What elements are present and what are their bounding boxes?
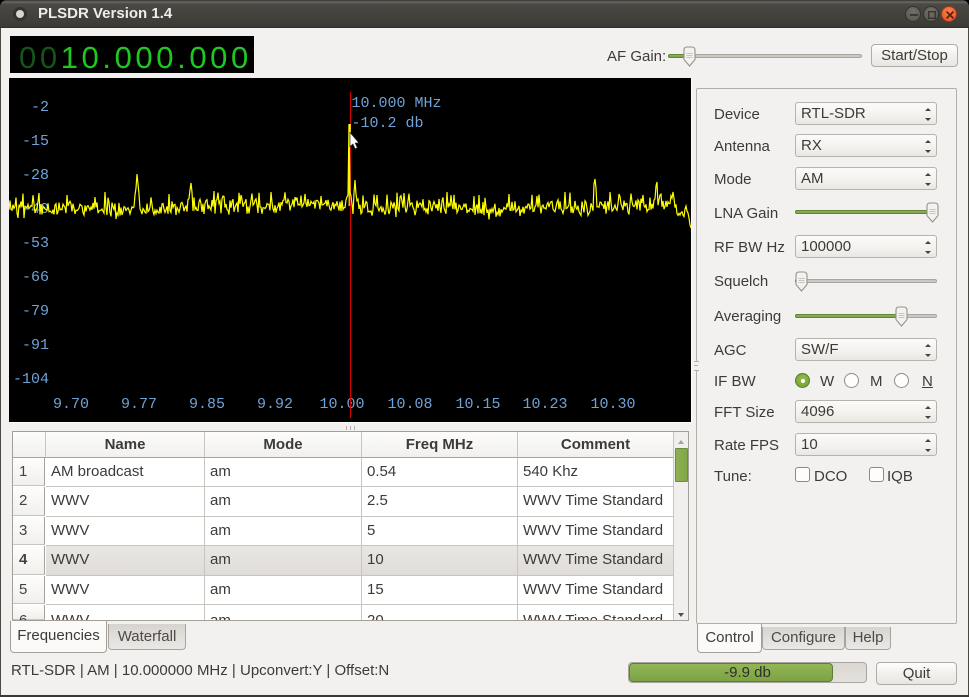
svg-text:10.15: 10.15 [455,396,500,413]
svg-text:-2: -2 [31,99,49,116]
svg-text:-91: -91 [22,337,49,354]
svg-text:10.00: 10.00 [319,396,364,413]
svg-text:-66: -66 [22,269,49,286]
svg-text:-10.2 db: -10.2 db [352,115,424,132]
svg-text:10.000 MHz: 10.000 MHz [352,95,442,112]
svg-text:-15: -15 [22,133,49,150]
svg-text:9.92: 9.92 [257,396,293,413]
svg-text:10.30: 10.30 [590,396,635,413]
svg-text:-28: -28 [22,167,49,184]
svg-text:10.08: 10.08 [387,396,432,413]
svg-text:9.77: 9.77 [121,396,157,413]
svg-text:-53: -53 [22,235,49,252]
svg-text:9.85: 9.85 [189,396,225,413]
svg-text:10.23: 10.23 [522,396,567,413]
svg-text:-104: -104 [13,371,49,388]
svg-text:-79: -79 [22,303,49,320]
svg-text:9.70: 9.70 [53,396,89,413]
